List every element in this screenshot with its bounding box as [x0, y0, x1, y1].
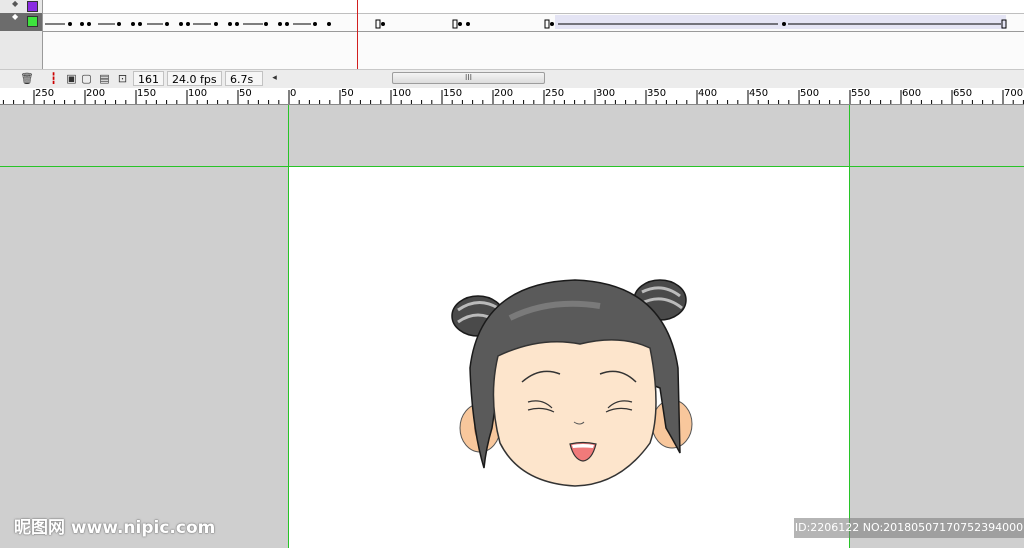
layer-outline-color-swatch[interactable]	[27, 16, 38, 27]
ruler-label: 400	[698, 88, 718, 99]
timeline-panel: ◆ ◆ 🗑 ┇ ▣ ▢ ▤ ⊡ 161 24.0 fps 6.7s ◂ III	[0, 0, 1024, 89]
ruler-label: 350	[647, 88, 667, 99]
horizontal-ruler[interactable]: 250 200 150 100 50 0 50 100 150 200 250 …	[0, 88, 1024, 105]
layer-row-2-selected[interactable]: ◆	[0, 13, 43, 31]
layer-outline-color-swatch[interactable]	[27, 1, 38, 12]
nipic-watermark-logo: 昵图网 www.nipic.com	[14, 518, 216, 538]
layer-visibility-dot[interactable]: ◆	[12, 0, 18, 8]
modify-onion-markers-icon[interactable]: ⊡	[116, 72, 129, 85]
ruler-label: 250	[545, 88, 565, 99]
tween-frames	[45, 15, 1007, 29]
ruler-label: 550	[851, 88, 871, 99]
scrollbar-grip-icon: III	[464, 73, 473, 82]
ruler-label: 100	[188, 88, 208, 99]
ruler-label: 650	[953, 88, 973, 99]
timeline-scrollbar-thumb[interactable]: III	[392, 72, 545, 84]
onion-skin-outlines-icon[interactable]: ▢	[80, 72, 93, 85]
current-frame-display: 161	[133, 71, 164, 86]
frame-rate-display[interactable]: 24.0 fps	[167, 71, 222, 86]
ruler-label: 300	[596, 88, 616, 99]
layer-row-1[interactable]: ◆	[0, 0, 43, 13]
timeline-toolbar: 🗑 ┇ ▣ ▢ ▤ ⊡ 161 24.0 fps 6.7s ◂ III	[0, 69, 1024, 89]
elapsed-time-display: 6.7s	[225, 71, 263, 86]
edit-multiple-frames-icon[interactable]: ▤	[98, 72, 111, 85]
guide-line-vertical-right[interactable]	[849, 105, 850, 548]
ruler-label: 100	[392, 88, 412, 99]
ruler-label: 150	[443, 88, 463, 99]
ruler-label: 250	[35, 88, 55, 99]
ruler-label: 150	[137, 88, 157, 99]
onion-skin-icon[interactable]: ▣	[65, 72, 78, 85]
delete-layer-icon[interactable]: 🗑	[20, 72, 34, 85]
nipic-image-id-label: ID:2206122 NO:20180507170752394000	[794, 518, 1024, 538]
scroll-left-arrow-icon[interactable]: ◂	[268, 72, 281, 85]
face	[492, 339, 657, 487]
ruler-label: 200	[86, 88, 106, 99]
layer-visibility-dot[interactable]: ◆	[12, 13, 18, 21]
playhead[interactable]	[357, 0, 358, 69]
ruler-label: 600	[902, 88, 922, 99]
cartoon-girl-head-graphic[interactable]	[450, 278, 700, 493]
guide-line-horizontal[interactable]	[0, 166, 1024, 167]
frame-row-1[interactable]	[43, 0, 1024, 14]
ruler-label: 500	[800, 88, 820, 99]
ruler-label: 700	[1004, 88, 1024, 99]
guide-line-vertical-left[interactable]	[288, 105, 289, 548]
center-frame-icon[interactable]: ┇	[47, 72, 60, 85]
ruler-label: 450	[749, 88, 769, 99]
ruler-label: 50	[341, 88, 354, 99]
ruler-label: 200	[494, 88, 514, 99]
frames-area[interactable]	[43, 0, 1024, 69]
ruler-label: 0	[290, 88, 297, 99]
layer-list-empty-area	[0, 31, 43, 69]
frame-row-2[interactable]	[43, 13, 1024, 32]
ruler-label: 50	[239, 88, 252, 99]
